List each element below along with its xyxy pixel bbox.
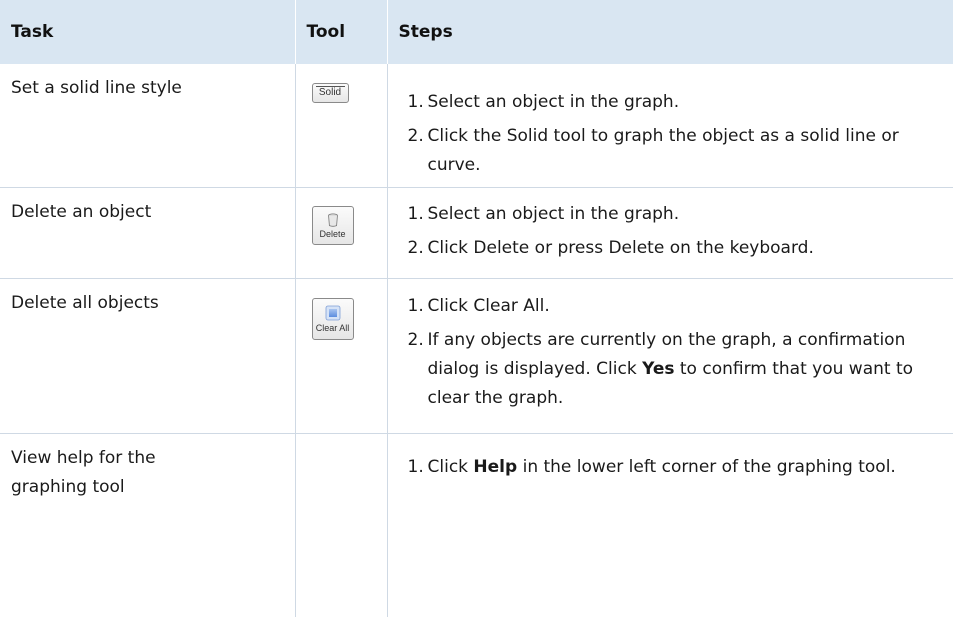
step-text-after: in the lower left corner of the graphing… bbox=[517, 456, 896, 477]
delete-button-label: Delete bbox=[319, 228, 346, 239]
solid-line-icon bbox=[315, 86, 345, 87]
table-row: Delete an object Delete 1. Select an obje… bbox=[0, 187, 953, 278]
step-text: Select an object in the graph. bbox=[427, 92, 680, 112]
table-row: Delete all objects Clear All 1. Click Cl… bbox=[0, 278, 953, 433]
steps-cell: 1. Select an object in the graph. 2. Click… bbox=[387, 64, 953, 187]
header-row: Task Tool Steps bbox=[0, 0, 953, 64]
step-text-before: Click bbox=[427, 456, 474, 477]
steps-list: 1. Click Help in the lower left corner of… bbox=[408, 453, 942, 482]
trash-can-icon bbox=[327, 212, 338, 227]
list-item: 1. Select an object in the graph. bbox=[408, 88, 942, 117]
task-cell: Delete all objects bbox=[11, 292, 159, 313]
step-number: 2. bbox=[407, 126, 424, 146]
list-item: 1. Click Clear All. bbox=[408, 292, 942, 321]
tool-cell: Solid bbox=[294, 64, 388, 187]
solid-button-label: Solid bbox=[318, 87, 342, 98]
header-steps: Steps bbox=[386, 0, 953, 64]
step-text: Click Delete or press Delete on the keyb… bbox=[427, 237, 814, 258]
tool-cell: Delete bbox=[294, 187, 388, 278]
task-cell: View help for the graphing tool bbox=[11, 447, 156, 497]
table-row: Set a solid line style Solid 1. Select an… bbox=[0, 64, 953, 187]
header-task: Task bbox=[11, 22, 54, 42]
step-number: 2. bbox=[407, 329, 424, 350]
step-text-bold: Yes bbox=[642, 358, 675, 379]
list-item: 2. Click Delete or press Delete on the ke… bbox=[408, 234, 942, 263]
step-text: Click Clear All. bbox=[427, 295, 550, 316]
solid-button[interactable]: Solid bbox=[311, 83, 349, 103]
list-item: 2. If any objects are currently on the gr… bbox=[408, 326, 942, 413]
step-number: 1. bbox=[407, 295, 424, 316]
task-cell: Set a solid line style bbox=[11, 78, 182, 98]
delete-button[interactable]: Delete bbox=[311, 205, 354, 245]
steps-cell: 1. Click Help in the lower left corner of… bbox=[387, 433, 953, 617]
steps-list: 1. Click Clear All. 2. If any objects are … bbox=[408, 292, 942, 413]
list-item: 2. Click the Solid tool to graph the obje… bbox=[408, 122, 942, 180]
step-number: 1. bbox=[407, 203, 424, 224]
steps-cell: 1. Click Clear All. 2. If any objects are … bbox=[387, 278, 953, 433]
step-text-bold: Help bbox=[473, 456, 518, 477]
step-text: Click the Solid tool to graph the object… bbox=[427, 126, 899, 175]
steps-list: 1. Select an object in the graph. 2. Click… bbox=[408, 200, 942, 263]
table-row: View help for the graphing tool 1. Click … bbox=[0, 433, 953, 617]
clear-all-button-label: Clear All bbox=[315, 322, 350, 333]
list-item: 1. Click Help in the lower left corner of… bbox=[408, 453, 942, 482]
task-cell: Delete an object bbox=[11, 201, 152, 222]
clear-all-button[interactable]: Clear All bbox=[311, 297, 354, 340]
task-tool-steps-table: Task Tool Steps Set a solid line style S… bbox=[0, 0, 953, 617]
list-item: 1. Select an object in the graph. bbox=[408, 200, 942, 229]
steps-list: 1. Select an object in the graph. 2. Click… bbox=[408, 88, 942, 180]
clear-all-icon bbox=[325, 305, 340, 320]
step-number: 2. bbox=[407, 237, 424, 258]
header-tool: Tool bbox=[294, 0, 387, 64]
steps-cell: 1. Select an object in the graph. 2. Click… bbox=[387, 187, 953, 278]
step-number: 1. bbox=[407, 456, 424, 477]
tool-cell: Clear All bbox=[294, 278, 388, 433]
step-number: 1. bbox=[407, 92, 424, 112]
step-text: Select an object in the graph. bbox=[427, 203, 680, 224]
tool-cell bbox=[294, 433, 388, 617]
